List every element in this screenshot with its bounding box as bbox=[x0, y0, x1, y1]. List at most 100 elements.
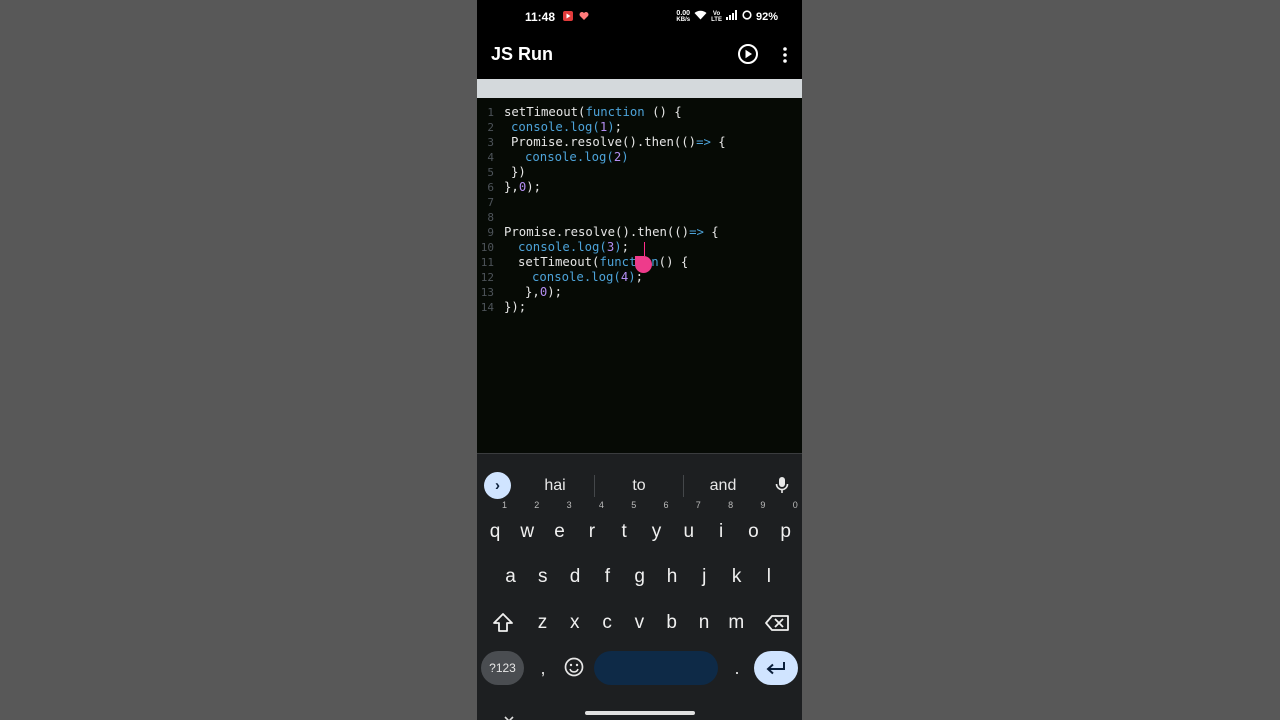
battery-percent: 92% bbox=[755, 10, 778, 23]
youtube-notification-icon bbox=[563, 11, 573, 21]
code-line: },0); bbox=[477, 180, 802, 195]
play-circle-icon bbox=[738, 44, 758, 64]
code-token: console.log( bbox=[511, 120, 600, 134]
suggestion-1[interactable]: hai bbox=[515, 477, 595, 495]
key-u[interactable]: u7 bbox=[674, 501, 704, 552]
key-f[interactable]: f bbox=[592, 557, 622, 597]
code-area[interactable]: setTimeout(function () {console.log(1); P… bbox=[477, 105, 802, 315]
code-token: () { bbox=[644, 105, 682, 119]
text-cursor bbox=[644, 242, 645, 256]
key-number-hint: 4 bbox=[598, 500, 604, 510]
code-token: console.log( bbox=[518, 240, 607, 254]
suggestion-2[interactable]: to bbox=[599, 477, 679, 495]
key-v[interactable]: v bbox=[624, 603, 654, 643]
signal-icon bbox=[725, 10, 738, 23]
key-t[interactable]: t5 bbox=[609, 501, 639, 552]
mic-icon[interactable] bbox=[775, 475, 789, 497]
key-d[interactable]: d bbox=[560, 557, 590, 597]
key-s[interactable]: s bbox=[528, 557, 558, 597]
key-label: s bbox=[538, 566, 548, 587]
key-m[interactable]: m bbox=[721, 603, 751, 643]
key-g[interactable]: g bbox=[625, 557, 655, 597]
app-bar: JS Run bbox=[477, 34, 802, 78]
return-icon bbox=[766, 662, 785, 675]
key-q[interactable]: q1 bbox=[480, 501, 510, 552]
key-l[interactable]: l bbox=[754, 557, 784, 597]
key-label: t bbox=[621, 521, 627, 542]
code-editor[interactable]: 1 2 3 4 5 6 7 8 9 10 11 12 13 14 setTimeout(function … bbox=[477, 98, 802, 453]
editor-tab-strip bbox=[477, 79, 802, 98]
code-token: => bbox=[696, 135, 711, 149]
key-label: c bbox=[602, 612, 612, 633]
code-token: }); bbox=[504, 300, 527, 314]
key-number-hint: 2 bbox=[534, 500, 540, 510]
emoji-key[interactable] bbox=[563, 656, 585, 678]
on-screen-keyboard: › hai to and q1w2e3r4t5y6u7i8o9p0 asdfgh… bbox=[477, 453, 802, 720]
gesture-nav-handle[interactable] bbox=[585, 711, 695, 715]
key-w[interactable]: w2 bbox=[512, 501, 542, 552]
key-b[interactable]: b bbox=[657, 603, 687, 643]
backspace-key[interactable] bbox=[762, 608, 792, 638]
code-line: console.log(1); bbox=[477, 120, 802, 135]
code-token: Promise.resolve().then(() bbox=[504, 225, 690, 239]
enter-key[interactable] bbox=[754, 651, 798, 685]
key-x[interactable]: x bbox=[560, 603, 590, 643]
key-j[interactable]: j bbox=[689, 557, 719, 597]
phone-screen: 11:48 0.00 KB/s Vo LTE 92% JS Run 1 2 3 … bbox=[477, 0, 802, 720]
selection-handle[interactable] bbox=[635, 256, 652, 273]
suggestion-divider bbox=[594, 475, 595, 497]
run-button[interactable] bbox=[737, 43, 759, 65]
key-label: a bbox=[505, 566, 516, 587]
key-label: i bbox=[718, 521, 724, 542]
comma-key[interactable]: , bbox=[533, 651, 553, 685]
key-label: j bbox=[702, 566, 707, 587]
code-token: ) bbox=[607, 120, 615, 134]
shift-key[interactable] bbox=[488, 608, 518, 638]
shift-arrow-icon bbox=[493, 613, 513, 632]
code-token: ; bbox=[621, 240, 630, 254]
suggestion-expand-button[interactable]: › bbox=[484, 472, 511, 499]
symbols-key[interactable]: ?123 bbox=[481, 651, 524, 685]
period-key[interactable]: . bbox=[727, 651, 747, 685]
hide-keyboard-chevron-icon[interactable] bbox=[503, 710, 515, 720]
key-r[interactable]: r4 bbox=[577, 501, 607, 552]
key-z[interactable]: z bbox=[528, 603, 558, 643]
key-label: f bbox=[604, 566, 611, 587]
key-n[interactable]: n bbox=[689, 603, 719, 643]
code-token: ; bbox=[614, 120, 623, 134]
code-token: ) bbox=[621, 150, 629, 164]
code-line: }) bbox=[477, 165, 802, 180]
suggestion-3[interactable]: and bbox=[683, 477, 763, 495]
key-label: u bbox=[683, 521, 695, 542]
key-label: m bbox=[728, 612, 745, 633]
key-label: l bbox=[766, 566, 771, 587]
key-p[interactable]: p0 bbox=[771, 501, 801, 552]
overflow-menu-button[interactable] bbox=[777, 43, 793, 67]
key-c[interactable]: c bbox=[592, 603, 622, 643]
key-label: d bbox=[569, 566, 581, 587]
key-e[interactable]: e3 bbox=[545, 501, 575, 552]
code-token: }, bbox=[525, 285, 540, 299]
key-label: o bbox=[748, 521, 759, 542]
code-token: }) bbox=[511, 165, 526, 179]
code-token: ); bbox=[526, 180, 542, 194]
battery-ring-icon bbox=[742, 10, 752, 23]
key-label: p bbox=[780, 521, 791, 542]
key-i[interactable]: i8 bbox=[706, 501, 736, 552]
code-token: ) bbox=[628, 270, 636, 284]
key-k[interactable]: k bbox=[722, 557, 752, 597]
space-key[interactable] bbox=[594, 651, 718, 685]
key-label: w bbox=[520, 521, 535, 542]
code-line: }); bbox=[477, 300, 802, 315]
key-o[interactable]: o9 bbox=[738, 501, 768, 552]
code-token: function bbox=[585, 105, 645, 119]
key-y[interactable]: y6 bbox=[642, 501, 672, 552]
status-time: 11:48 bbox=[525, 10, 556, 24]
key-number-hint: 1 bbox=[502, 500, 508, 510]
key-h[interactable]: h bbox=[657, 557, 687, 597]
code-line: setTimeout(function () { bbox=[477, 105, 802, 120]
key-a[interactable]: a bbox=[496, 557, 526, 597]
code-token: setTimeout( bbox=[518, 255, 600, 269]
chevron-right-icon: › bbox=[495, 477, 500, 494]
